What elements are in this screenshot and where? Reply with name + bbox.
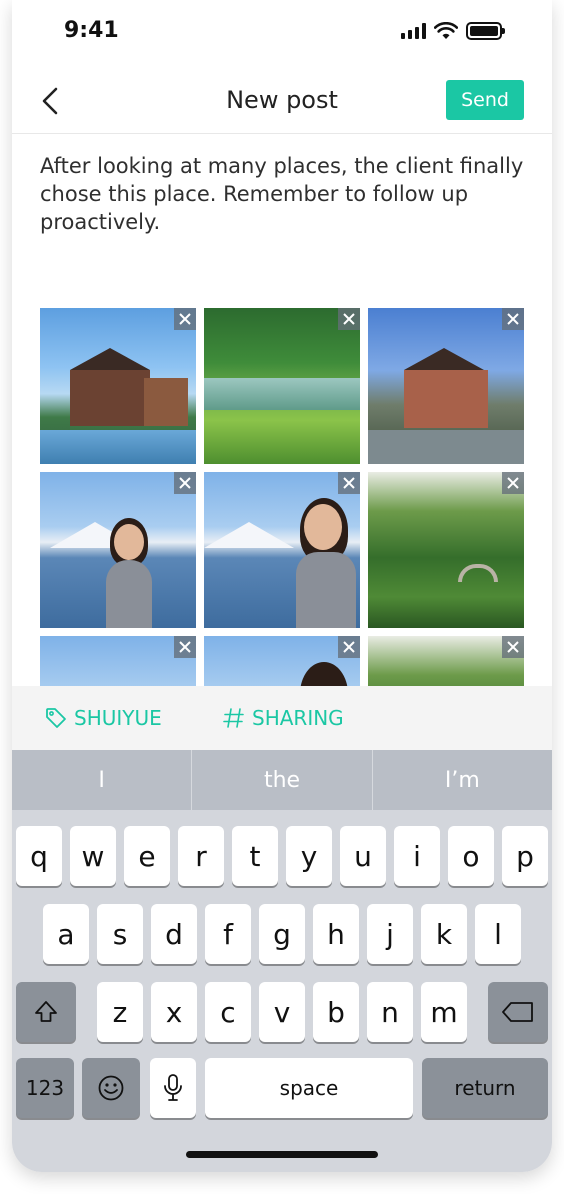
selfie-photo[interactable] — [40, 636, 196, 686]
remove-image-button[interactable] — [174, 636, 196, 658]
microphone-icon — [164, 1074, 182, 1101]
close-icon — [507, 477, 519, 489]
remove-image-button[interactable] — [502, 636, 524, 658]
selfie-photo[interactable] — [204, 472, 360, 628]
numbers-key[interactable]: 123 — [16, 1058, 74, 1118]
key-n[interactable]: n — [367, 982, 413, 1042]
battery-icon — [466, 22, 505, 40]
remove-image-button[interactable] — [338, 472, 360, 494]
close-icon — [179, 313, 191, 325]
key-m[interactable]: m — [421, 982, 467, 1042]
selfie-photo[interactable] — [40, 472, 196, 628]
suggestion-item[interactable]: I’m — [371, 750, 552, 810]
key-u[interactable]: u — [340, 826, 386, 886]
microphone-key[interactable] — [150, 1058, 196, 1118]
home-indicator — [186, 1151, 378, 1158]
cellular-signal-icon — [401, 23, 426, 39]
suggestion-item[interactable]: I — [12, 750, 191, 810]
return-key[interactable]: return — [422, 1058, 548, 1118]
remove-image-button[interactable] — [338, 636, 360, 658]
remove-image-button[interactable] — [502, 472, 524, 494]
key-w[interactable]: w — [70, 826, 116, 886]
emoji-icon — [98, 1075, 124, 1101]
key-f[interactable]: f — [205, 904, 251, 964]
wifi-icon — [434, 22, 458, 39]
close-icon — [343, 313, 355, 325]
remove-image-button[interactable] — [174, 472, 196, 494]
topic-tag-label: SHARING — [252, 706, 344, 730]
selfie-photo[interactable] — [204, 636, 360, 686]
key-z[interactable]: z — [97, 982, 143, 1042]
topic-tag[interactable]: SHARING — [222, 706, 344, 730]
suggestion-item[interactable]: the — [191, 750, 371, 810]
backspace-icon — [502, 1002, 533, 1022]
nav-bar: New post Send — [12, 68, 552, 134]
key-y[interactable]: y — [286, 826, 332, 886]
key-d[interactable]: d — [151, 904, 197, 964]
send-button[interactable]: Send — [446, 80, 524, 120]
status-bar: 9:41 — [12, 0, 552, 64]
key-b[interactable]: b — [313, 982, 359, 1042]
close-icon — [507, 641, 519, 653]
location-tag[interactable]: SHUIYUE — [44, 706, 162, 730]
tag-icon — [46, 708, 66, 728]
key-e[interactable]: e — [124, 826, 170, 886]
key-a[interactable]: a — [43, 904, 89, 964]
image-grid — [40, 308, 530, 686]
key-x[interactable]: x — [151, 982, 197, 1042]
key-s[interactable]: s — [97, 904, 143, 964]
remove-image-button[interactable] — [338, 308, 360, 330]
space-key[interactable]: space — [205, 1058, 413, 1118]
key-q[interactable]: q — [16, 826, 62, 886]
post-text-input[interactable]: After looking at many places, the client… — [40, 152, 530, 236]
key-p[interactable]: p — [502, 826, 548, 886]
close-icon — [343, 477, 355, 489]
remove-image-button[interactable] — [174, 308, 196, 330]
remove-image-button[interactable] — [502, 308, 524, 330]
key-o[interactable]: o — [448, 826, 494, 886]
key-j[interactable]: j — [367, 904, 413, 964]
close-icon — [179, 641, 191, 653]
garden-photo[interactable] — [368, 636, 524, 686]
key-t[interactable]: t — [232, 826, 278, 886]
garden-photo[interactable] — [368, 472, 524, 628]
key-k[interactable]: k — [421, 904, 467, 964]
phone-screen: 9:41 New post Send After looking at many… — [12, 0, 552, 1172]
pond-photo[interactable] — [204, 308, 360, 464]
suggestion-bar: I the I’m — [12, 750, 552, 810]
hashtag-icon — [223, 708, 244, 728]
key-g[interactable]: g — [259, 904, 305, 964]
emoji-key[interactable] — [82, 1058, 140, 1118]
villa-photo[interactable] — [40, 308, 196, 464]
key-r[interactable]: r — [178, 826, 224, 886]
manor-photo[interactable] — [368, 308, 524, 464]
close-icon — [507, 313, 519, 325]
key-v[interactable]: v — [259, 982, 305, 1042]
backspace-key[interactable] — [488, 982, 548, 1042]
shift-key[interactable] — [16, 982, 76, 1042]
key-l[interactable]: l — [475, 904, 521, 964]
close-icon — [343, 641, 355, 653]
key-i[interactable]: i — [394, 826, 440, 886]
key-c[interactable]: c — [205, 982, 251, 1042]
tag-bar: SHUIYUE SHARING — [12, 686, 552, 750]
keyboard: I the I’m q w e r t y u i o p a s d f g … — [12, 750, 552, 1172]
shift-icon — [35, 1001, 57, 1022]
location-tag-label: SHUIYUE — [74, 706, 162, 730]
status-icons — [401, 22, 505, 40]
key-h[interactable]: h — [313, 904, 359, 964]
close-icon — [179, 477, 191, 489]
status-time: 9:41 — [64, 18, 119, 43]
